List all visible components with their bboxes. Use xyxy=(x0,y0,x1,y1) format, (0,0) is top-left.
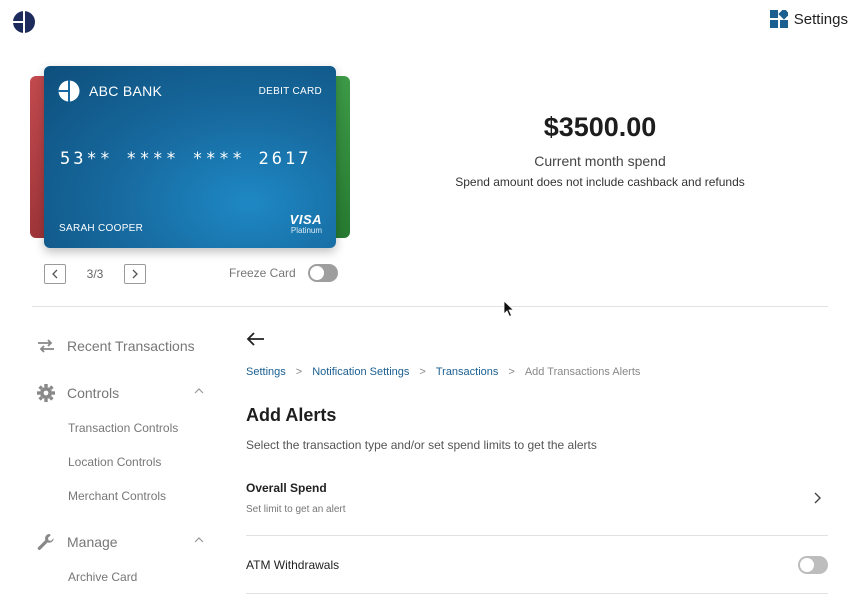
breadcrumb-separator: > xyxy=(295,366,303,378)
sidebar-item-label: Recent Transactions xyxy=(67,338,195,354)
breadcrumb: Settings > Notification Settings > Trans… xyxy=(246,366,640,378)
breadcrumb-notification-settings[interactable]: Notification Settings xyxy=(312,366,409,378)
debit-card[interactable]: ABC BANK DEBIT CARD 53** **** **** 2617 … xyxy=(44,66,336,248)
freeze-card-label: Freeze Card xyxy=(229,266,296,280)
mouse-cursor-icon xyxy=(503,300,515,318)
page-title: Add Alerts xyxy=(246,405,337,425)
spend-summary: $3500.00 Current month spend Spend amoun… xyxy=(400,112,800,189)
overall-spend-title: Overall Spend xyxy=(246,481,327,495)
breadcrumb-transactions[interactable]: Transactions xyxy=(436,366,499,378)
atm-withdrawals-label: ATM Withdrawals xyxy=(246,558,340,572)
overall-spend-desc: Set limit to get an alert xyxy=(246,504,346,515)
sidebar-section-manage[interactable]: Manage xyxy=(36,532,226,552)
freeze-card-control: Freeze Card xyxy=(229,264,338,282)
sidebar-item-recent-transactions[interactable]: Recent Transactions xyxy=(36,336,226,356)
chevron-right-icon xyxy=(132,269,138,279)
card-network-logo: VISA Platinum xyxy=(290,212,322,235)
page-subtitle: Select the transaction type and/or set s… xyxy=(246,438,597,452)
overall-spend-row[interactable]: Overall Spend Set limit to get an alert xyxy=(246,476,828,536)
breadcrumb-current: Add Transactions Alerts xyxy=(524,366,641,378)
sidebar-section-controls[interactable]: Controls xyxy=(36,383,226,403)
card-number: 53** **** **** 2617 xyxy=(60,149,312,169)
breadcrumb-separator: > xyxy=(419,366,426,378)
atm-withdrawals-toggle[interactable] xyxy=(798,556,828,574)
breadcrumb-settings[interactable]: Settings xyxy=(246,366,286,378)
sidebar-item-label: Controls xyxy=(67,385,120,401)
spend-amount: $3500.00 xyxy=(543,112,657,142)
card-brand: VISA xyxy=(289,212,322,227)
chevron-up-icon[interactable] xyxy=(193,385,205,397)
settings-label: Settings xyxy=(793,10,848,28)
wrench-icon xyxy=(37,534,54,550)
bank-logo-icon xyxy=(58,80,80,102)
card-pager: 3/3 xyxy=(44,264,146,284)
chevron-up-icon[interactable] xyxy=(193,534,205,546)
card-page-count: 3/3 xyxy=(86,267,104,281)
sidebar-item-location-controls[interactable]: Location Controls xyxy=(36,455,161,469)
card-tier: Platinum xyxy=(290,226,322,235)
chevron-right-icon[interactable] xyxy=(812,492,822,504)
gear-icon xyxy=(37,384,55,402)
sidebar-item-merchant-controls[interactable]: Merchant Controls xyxy=(36,489,166,503)
bank-logo-icon[interactable] xyxy=(12,10,36,34)
back-arrow-icon[interactable] xyxy=(246,330,266,348)
freeze-card-toggle[interactable] xyxy=(307,264,338,282)
sidebar-item-archive-card[interactable]: Archive Card xyxy=(36,570,137,584)
spend-label: Current month spend xyxy=(534,153,666,169)
chevron-left-icon xyxy=(52,269,58,279)
breadcrumb-separator: > xyxy=(508,366,515,378)
section-divider xyxy=(32,306,828,307)
swap-arrows-icon xyxy=(38,339,54,353)
card-bank-name: ABC BANK xyxy=(89,83,163,99)
atm-withdrawals-row: ATM Withdrawals xyxy=(246,536,828,594)
card-holder-name: SARAH COOPER xyxy=(59,223,144,234)
next-card-button[interactable] xyxy=(124,264,146,284)
settings-link[interactable]: Settings xyxy=(769,10,848,28)
spend-note: Spend amount does not include cashback a… xyxy=(455,175,745,189)
sidebar-item-label: Manage xyxy=(67,534,118,550)
sidebar-item-transaction-controls[interactable]: Transaction Controls xyxy=(36,421,178,435)
prev-card-button[interactable] xyxy=(44,264,66,284)
dashboard-grid-icon xyxy=(769,10,788,28)
card-type: DEBIT CARD xyxy=(258,86,322,97)
